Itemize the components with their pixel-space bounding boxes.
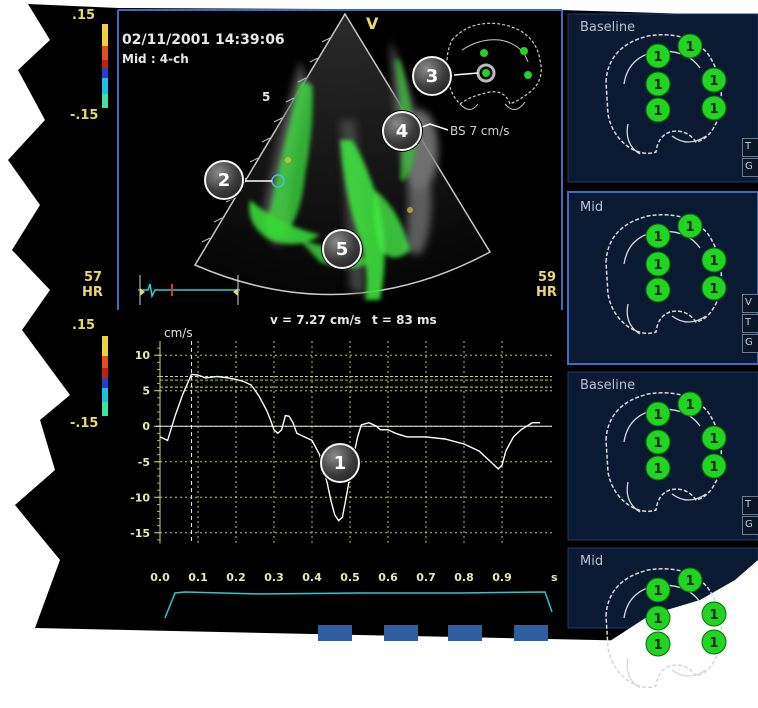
segment-number: 1	[709, 608, 718, 623]
x-tick-label: 0.6	[378, 571, 398, 584]
segment-number: 1	[653, 638, 662, 653]
panel-side-tab[interactable]: V	[742, 294, 758, 313]
y-tick-label: 5	[142, 385, 150, 398]
panel-segment-map[interactable]: 1 1 1 1 1 1	[568, 204, 758, 354]
hr-left-value: 57	[84, 270, 103, 285]
depth-marker: 5	[262, 90, 271, 104]
segment-number: 1	[653, 104, 662, 119]
x-tick-label: 0.8	[454, 571, 474, 584]
segment-number: 1	[709, 74, 718, 89]
x-tick-label: 0.0	[150, 571, 170, 584]
hr-right-label: HR	[536, 285, 557, 300]
velocity-plot-area	[160, 340, 558, 562]
scale-top-label: .15	[72, 8, 96, 23]
segment-number: 1	[653, 50, 662, 65]
callout-badge-1: 1	[320, 443, 360, 483]
y-tick-label: -5	[138, 456, 150, 469]
panel-segment-map[interactable]: 1 1 1 1 1 1	[568, 24, 758, 174]
v-marker: V	[366, 14, 379, 33]
segment-number: 1	[709, 636, 718, 651]
x-tick-label: 0.1	[188, 571, 208, 584]
segment-number: 1	[685, 220, 694, 235]
datetime-label: 02/11/2001 14:39:06	[122, 32, 285, 48]
panel-side-tab[interactable]: T	[742, 314, 758, 333]
y-tick-label: 0	[142, 420, 150, 433]
color-scale-top	[102, 24, 108, 108]
segment-number: 1	[653, 284, 662, 299]
segment-number: 1	[653, 258, 662, 273]
panel-side-tab[interactable]: G	[742, 516, 758, 535]
echo-analysis-screen: 0.0 0.1 0.2 0.3 0.4 0.5 0.6 0.7 0.8 0.9 s 10 5 0 -5 -10…	[0, 0, 758, 689]
y-tick-label: 10	[135, 349, 151, 362]
curve-scale-top: .15	[72, 318, 96, 333]
segment-number: 1	[709, 102, 718, 117]
x-tick-label: 0.5	[340, 571, 360, 584]
callout-badge-5: 5	[322, 229, 362, 269]
segment-number: 1	[653, 612, 662, 627]
segment-number: 1	[685, 574, 694, 589]
scale-bottom-label: -.15	[70, 108, 99, 123]
segment-number: 1	[709, 432, 718, 447]
panel-side-tab[interactable]: T	[742, 496, 758, 515]
x-tick-label: 0.4	[302, 571, 322, 584]
x-tick-label: 0.2	[226, 571, 246, 584]
segment-number: 1	[685, 40, 694, 55]
callout-badge-2: 2	[204, 160, 244, 200]
x-tick-label: 0.3	[264, 571, 284, 584]
x-tick-label: 0.9	[492, 571, 512, 584]
segment-number: 1	[709, 282, 718, 297]
segment-number: 1	[653, 78, 662, 93]
segment-number: 1	[653, 230, 662, 245]
segment-number: 1	[653, 462, 662, 477]
segment-number: 1	[653, 584, 662, 599]
x-axis-label: s	[551, 571, 558, 584]
segment-number: 1	[685, 398, 694, 413]
segment-number: 1	[709, 460, 718, 475]
callout-badge-3: 3	[412, 56, 452, 96]
panel-side-tab[interactable]: G	[742, 334, 758, 353]
y-unit-label: cm/s	[164, 326, 193, 340]
panel-segment-map[interactable]: 1 1 1 1 1 1	[568, 558, 758, 708]
panel-segment-map[interactable]: 1 1 1 1 1 1	[568, 382, 758, 532]
velocity-readout: v = 7.27 cm/s	[270, 313, 362, 327]
panel-side-tab[interactable]: T	[742, 138, 758, 157]
x-tick-label: 0.7	[416, 571, 436, 584]
panel-side-tab[interactable]: G	[742, 158, 758, 177]
time-readout: t = 83 ms	[372, 313, 437, 327]
bs-label: BS 7 cm/s	[450, 124, 510, 138]
y-tick-label: -10	[130, 491, 150, 504]
callout-badge-4: 4	[382, 111, 422, 151]
hr-right-value: 59	[538, 270, 557, 285]
segment-number: 1	[653, 408, 662, 423]
segment-number: 1	[653, 436, 662, 451]
hr-left-label: HR	[82, 285, 103, 300]
y-tick-label: -15	[130, 527, 150, 540]
view-label: Mid : 4-ch	[122, 52, 189, 66]
color-scale-bottom	[102, 336, 108, 416]
segment-number: 1	[709, 254, 718, 269]
curve-scale-bottom: -.15	[70, 416, 99, 431]
